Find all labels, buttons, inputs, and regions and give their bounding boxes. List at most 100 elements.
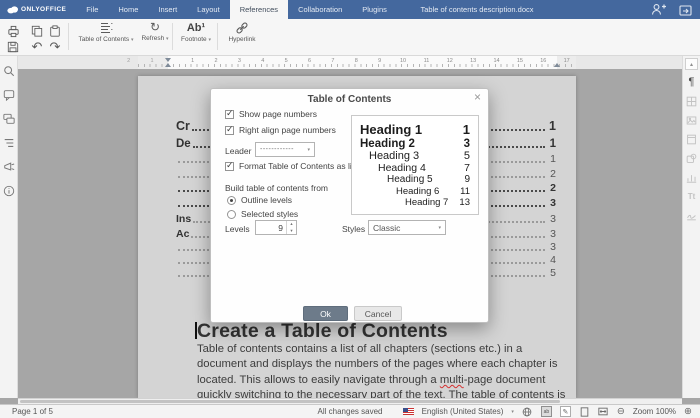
toolbar-separator [68, 23, 69, 50]
spell-checking-icon[interactable]: ab [540, 406, 552, 417]
show-page-numbers-checkbox[interactable]: ✓ Show page numbers [225, 107, 317, 119]
horizontal-scroll-thumb[interactable] [20, 400, 560, 403]
comments-icon[interactable] [2, 88, 15, 101]
left-indent-marker[interactable] [165, 63, 171, 67]
zoom-in-button[interactable]: ⊕ [684, 406, 692, 417]
right-align-page-numbers-checkbox[interactable]: ✓ Right align page numbers [225, 124, 336, 135]
scroll-up-arrow[interactable]: ▴ [685, 58, 698, 70]
copy-button[interactable] [29, 23, 45, 39]
menu-tab[interactable]: Insert [148, 0, 187, 19]
checkbox-checked-icon: ✓ [225, 107, 234, 119]
print-button[interactable] [5, 23, 21, 39]
refresh-button-label: Refresh [141, 35, 165, 42]
preview-page-number: 3 [463, 138, 470, 151]
selected-styles-radio[interactable]: Selected styles [227, 209, 298, 219]
save-button[interactable] [5, 39, 21, 55]
undo-button[interactable]: ↶ [29, 38, 45, 54]
shape-settings-icon[interactable] [685, 152, 698, 165]
toc-page-number: 4 [550, 254, 556, 266]
preview-heading: Heading 4 [378, 162, 426, 175]
cancel-button[interactable]: Cancel [354, 306, 402, 321]
misspelled-word: multi [439, 373, 464, 386]
set-document-language-icon[interactable] [522, 406, 533, 417]
levels-stepper[interactable]: 9 ▴ ▾ [255, 220, 297, 235]
about-icon[interactable] [2, 184, 15, 197]
radio-label: Outline levels [241, 195, 293, 205]
close-icon[interactable]: × [474, 91, 481, 103]
manage-access-icon[interactable] [651, 3, 666, 16]
image-settings-icon[interactable] [685, 114, 698, 127]
preview-heading: Heading 1 [360, 122, 423, 137]
feedback-icon[interactable] [2, 160, 15, 173]
ruler-number: 8 [354, 58, 358, 64]
toc-entry-text: De [176, 138, 191, 150]
document-title: Table of contents description.docx [420, 5, 534, 14]
toc-button-label: Table of Contents [78, 36, 130, 43]
levels-value: 9 [278, 222, 283, 233]
toc-page-number: 3 [550, 197, 556, 209]
textart-settings-icon[interactable]: Tt [685, 190, 698, 203]
navigation-headings-icon[interactable] [2, 136, 15, 149]
toc-page-number: 3 [550, 241, 556, 253]
format-as-links-checkbox[interactable]: ✓ Format Table of Contents as links [225, 160, 365, 171]
ruler-number: 3 [237, 58, 241, 64]
chevron-down-icon: ▾ [208, 37, 211, 43]
preview-heading: Heading 7 [405, 197, 449, 208]
paste-button[interactable] [47, 23, 63, 39]
fit-page-icon[interactable] [579, 406, 590, 417]
page-indicator[interactable]: Page 1 of 5 [12, 407, 53, 416]
ruler-number: 7 [331, 58, 335, 64]
table-settings-icon[interactable] [685, 95, 698, 108]
ruler-margin-numbers: 21 [117, 58, 164, 64]
document-heading[interactable]: Create a Table of Contents [197, 320, 448, 343]
checkbox-label: Format Table of Contents as links [239, 161, 365, 171]
menu-tab[interactable]: Home [108, 0, 148, 19]
language-flag-icon [402, 408, 414, 415]
chat-icon[interactable] [2, 112, 15, 125]
search-icon[interactable] [2, 64, 15, 77]
leader-label: Leader [225, 146, 252, 156]
zoom-out-button[interactable]: ⊖ [617, 406, 625, 417]
menu-tab[interactable]: Collaboration [288, 0, 352, 19]
redo-button[interactable]: ↷ [47, 38, 63, 54]
right-indent-marker[interactable] [554, 63, 560, 67]
paragraph-settings-icon[interactable]: ¶ [685, 76, 698, 89]
toolbar-separator [217, 23, 218, 50]
onlyoffice-logo: ONLYOFFICE [0, 0, 76, 19]
toc-entry-text: Cr [176, 119, 190, 133]
first-line-indent-marker[interactable] [165, 58, 171, 62]
horizontal-ruler[interactable]: 21 1 2 3 4 5 6 7 8 9 10 11 12 13 14 15 16 17 [18, 56, 682, 69]
menu-tab[interactable]: References [229, 0, 289, 19]
chart-settings-icon[interactable] [685, 171, 698, 184]
menu-tab[interactable]: File [76, 0, 108, 19]
radio-selected-icon [227, 195, 236, 205]
ruler-number: 2 [127, 58, 131, 64]
styles-dropdown[interactable]: Classic ▾ [368, 220, 446, 235]
document-paragraph[interactable]: Table of contents contains a list of all… [197, 342, 569, 398]
toc-page-number: 2 [550, 182, 556, 194]
preview-heading: Heading 2 [360, 138, 415, 151]
preview-row: Heading 5 9 [360, 174, 470, 185]
table-of-contents-button[interactable]: Table of Contents ▾ [74, 21, 138, 43]
preview-heading: Heading 5 [387, 174, 433, 186]
fit-width-icon[interactable] [598, 406, 609, 417]
language-selector[interactable]: English (United States) [422, 407, 504, 416]
menu-tab[interactable]: Layout [187, 0, 230, 19]
ruler-number: 10 [400, 58, 407, 64]
refresh-button[interactable]: ↻ Refresh ▾ [139, 21, 171, 43]
track-changes-icon[interactable]: ✎ [559, 406, 571, 417]
header-footer-settings-icon[interactable] [685, 133, 698, 146]
spinner-down-icon[interactable]: ▾ [287, 228, 296, 235]
menu-tab[interactable]: Plugins [352, 0, 397, 19]
leader-dropdown[interactable]: ------------ ▾ [255, 142, 315, 157]
outline-levels-radio[interactable]: Outline levels [227, 195, 292, 205]
open-file-location-icon[interactable] [679, 4, 692, 16]
hyperlink-button[interactable]: Hyperlink [221, 21, 263, 43]
signature-settings-icon[interactable] [685, 209, 698, 222]
save-status: All changes saved [317, 407, 383, 416]
ruler-number: 2 [214, 58, 218, 64]
menu-tabs: File Home Insert Layout References Collaborat… [76, 0, 397, 19]
ok-button[interactable]: Ok [303, 306, 348, 321]
footnote-button[interactable]: Ab¹ Footnote ▾ [176, 21, 216, 43]
toc-entry-text: Ins [176, 213, 192, 225]
